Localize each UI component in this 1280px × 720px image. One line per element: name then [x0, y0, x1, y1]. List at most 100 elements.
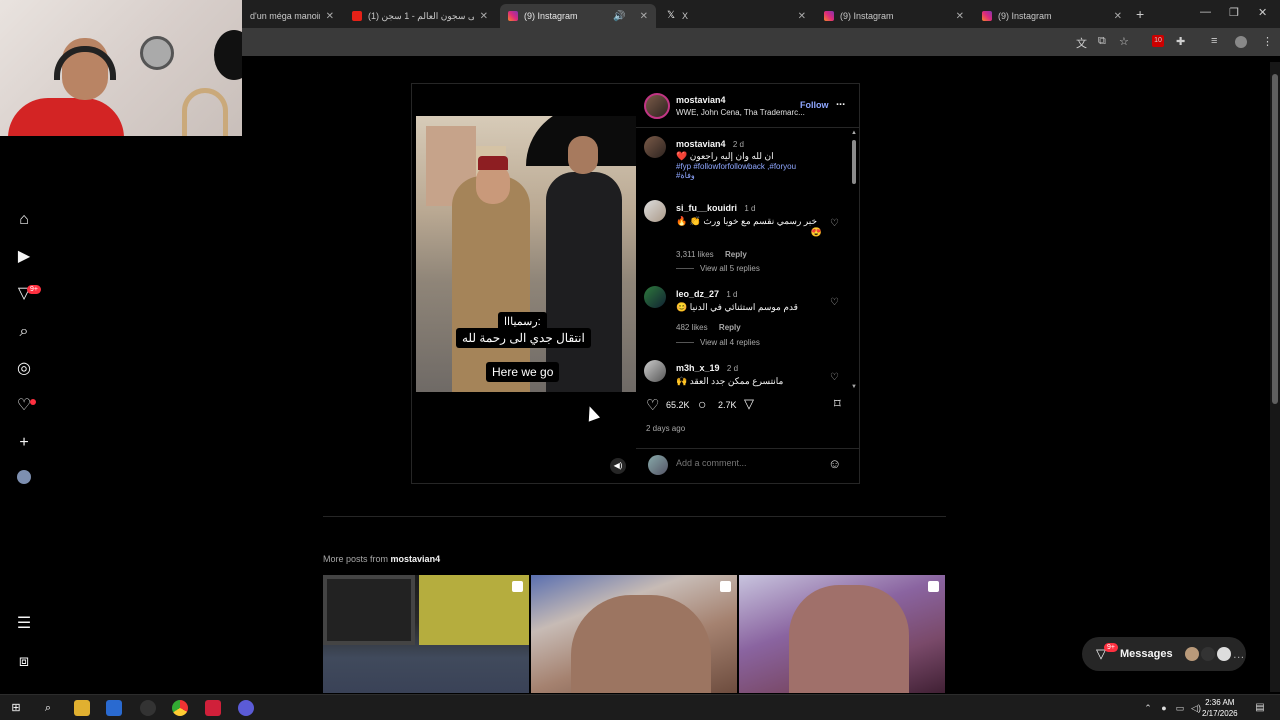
reels-icon[interactable]: ▶ — [14, 247, 34, 267]
hashtags[interactable]: #وفاة — [676, 171, 836, 180]
chrome-icon[interactable] — [172, 700, 188, 716]
menu-icon[interactable]: ☰ — [14, 614, 34, 634]
comments-scrollbar[interactable]: ▲ ▼ — [851, 130, 857, 392]
profile-avatar[interactable] — [1235, 36, 1247, 48]
install-icon[interactable]: ⧉ — [1098, 35, 1106, 48]
extensions-icon[interactable]: ✚ — [1176, 35, 1185, 48]
comment-time: 2 d — [726, 364, 739, 373]
new-tab-button[interactable]: + — [1136, 6, 1144, 22]
network-icon[interactable]: ▭ — [1172, 700, 1188, 716]
app-icon[interactable] — [238, 700, 254, 716]
bookmark-star-icon[interactable]: ☆ — [1119, 35, 1129, 48]
notifications-icon[interactable]: ▤ — [1252, 700, 1268, 716]
comment-count[interactable]: 2.7K — [718, 400, 737, 410]
post-username[interactable]: mostavian4 — [676, 95, 726, 105]
page-scrollbar[interactable] — [1270, 62, 1280, 692]
browser-tab[interactable]: (1) أغنى سجون العالم - 1 سجن ... ✕ — [344, 4, 496, 28]
create-icon[interactable]: + — [14, 433, 34, 453]
taskbar: ⊞ ⌕ ⌃ ● ▭ ◁) 2:36 AM 2/17/2026 ▤ — [0, 694, 1280, 720]
search-icon[interactable]: ⌕ — [14, 322, 34, 342]
menu-icon[interactable]: ⋮ — [1262, 35, 1273, 48]
more-post-thumbnail[interactable] — [531, 575, 737, 693]
comment-username[interactable]: m3h_x_19 — [676, 363, 720, 373]
mouse-cursor — [583, 404, 601, 422]
app-icon[interactable] — [205, 700, 221, 716]
close-icon[interactable]: ✕ — [1114, 11, 1122, 22]
view-replies-button[interactable]: View all 4 replies — [676, 338, 760, 347]
minimize-icon[interactable]: — — [1200, 6, 1211, 18]
close-icon[interactable]: ✕ — [956, 11, 964, 22]
avatar[interactable] — [644, 136, 666, 158]
view-replies-button[interactable]: View all 5 replies — [676, 264, 760, 273]
avatar[interactable] — [644, 286, 666, 308]
scroll-up-icon[interactable]: ▲ — [851, 130, 857, 136]
post-media[interactable]: رسميااا: انتقال جدي الى رحمة لله Here we… — [412, 84, 636, 483]
microphone-icon[interactable]: ● — [1156, 700, 1172, 716]
search-icon[interactable]: ⌕ — [40, 700, 56, 716]
save-icon[interactable]: ⌑ — [834, 396, 841, 412]
comment-like-icon[interactable]: ♡ — [830, 297, 839, 308]
more-posts-username[interactable]: mostavian4 — [391, 554, 441, 564]
video-caption: Here we go — [486, 362, 560, 382]
browser-tab[interactable]: (9) Instagram ✕ — [974, 4, 1130, 28]
apps-icon[interactable]: ⧈ — [14, 652, 34, 672]
reply-button[interactable]: Reply — [725, 250, 747, 259]
speaker-icon[interactable]: 🔊 — [613, 11, 625, 22]
share-icon[interactable]: ▽ — [744, 396, 754, 412]
hashtags[interactable]: #fyp #followforfollowback ,#foryou — [676, 162, 836, 171]
media-controls-icon[interactable]: ≡ — [1211, 35, 1217, 47]
close-icon[interactable]: ✕ — [640, 11, 648, 22]
tab-title: d'un méga manoir LA — [250, 11, 320, 21]
app-icon[interactable] — [140, 700, 156, 716]
more-options-icon[interactable]: ... — [836, 96, 845, 108]
profile-icon[interactable] — [14, 470, 34, 490]
translate-icon[interactable]: 文 — [1076, 35, 1087, 51]
comment-icon[interactable]: ○ — [698, 396, 706, 412]
more-post-thumbnail[interactable] — [739, 575, 945, 693]
browser-tab-active[interactable]: (9) Instagram 🔊 ✕ — [500, 4, 656, 28]
comment-like-icon[interactable]: ♡ — [830, 372, 839, 383]
like-count[interactable]: 65.2K — [666, 400, 690, 410]
avatar[interactable] — [644, 360, 666, 382]
close-icon[interactable]: ✕ — [326, 11, 334, 22]
comment-username[interactable]: mostavian4 — [676, 139, 726, 149]
explore-icon[interactable]: ◎ — [14, 359, 34, 379]
browser-tab[interactable]: d'un méga manoir LA ✕ — [242, 4, 342, 28]
close-window-icon[interactable]: ✕ — [1258, 6, 1267, 19]
comment-emoji: 😍 — [810, 227, 822, 237]
like-icon[interactable]: ♡ — [646, 396, 659, 414]
close-icon[interactable]: ✕ — [480, 11, 488, 22]
follow-button[interactable]: Follow — [800, 100, 829, 110]
avatar[interactable] — [644, 200, 666, 222]
restore-icon[interactable]: ❐ — [1229, 6, 1239, 19]
add-comment-input[interactable] — [676, 458, 816, 468]
post-age: 2 days ago — [646, 424, 686, 433]
clock[interactable]: 2:36 AM 2/17/2026 — [1202, 697, 1238, 719]
comment-username[interactable]: leo_dz_27 — [676, 289, 719, 299]
file-explorer-icon[interactable] — [74, 700, 90, 716]
post-video[interactable]: رسميااا: انتقال جدي الى رحمة لله Here we… — [416, 116, 636, 392]
messages-button[interactable]: ▽ 9+ Messages … — [1082, 637, 1246, 671]
comment-likes[interactable]: 482 likes — [676, 323, 708, 332]
mute-icon[interactable]: ◀) — [610, 458, 626, 474]
tray-expand-icon[interactable]: ⌃ — [1140, 700, 1156, 716]
comment-time: 2 d — [732, 140, 744, 149]
browser-tab[interactable]: (9) Instagram ✕ — [816, 4, 972, 28]
scrollbar-thumb[interactable] — [852, 140, 856, 184]
reply-button[interactable]: Reply — [719, 323, 741, 332]
audio-label[interactable]: WWE, John Cena, Tha Trademarc... — [676, 108, 805, 117]
comment-like-icon[interactable]: ♡ — [830, 218, 839, 229]
browser-tab[interactable]: 𝕏 X ✕ — [658, 4, 814, 28]
windows-start-icon[interactable]: ⊞ — [8, 700, 24, 716]
scrollbar-thumb[interactable] — [1272, 74, 1278, 404]
comment-username[interactable]: si_fu__kouidri — [676, 203, 737, 213]
comment-likes[interactable]: 3,311 likes — [676, 250, 714, 259]
scroll-down-icon[interactable]: ▼ — [851, 384, 857, 390]
emoji-icon[interactable]: ☺ — [828, 456, 841, 471]
avatar[interactable] — [644, 93, 670, 119]
store-icon[interactable] — [106, 700, 122, 716]
more-post-thumbnail[interactable] — [323, 575, 529, 693]
home-icon[interactable]: ⌂ — [14, 210, 34, 230]
close-icon[interactable]: ✕ — [798, 11, 806, 22]
extension-badge[interactable]: 10 — [1152, 35, 1164, 47]
